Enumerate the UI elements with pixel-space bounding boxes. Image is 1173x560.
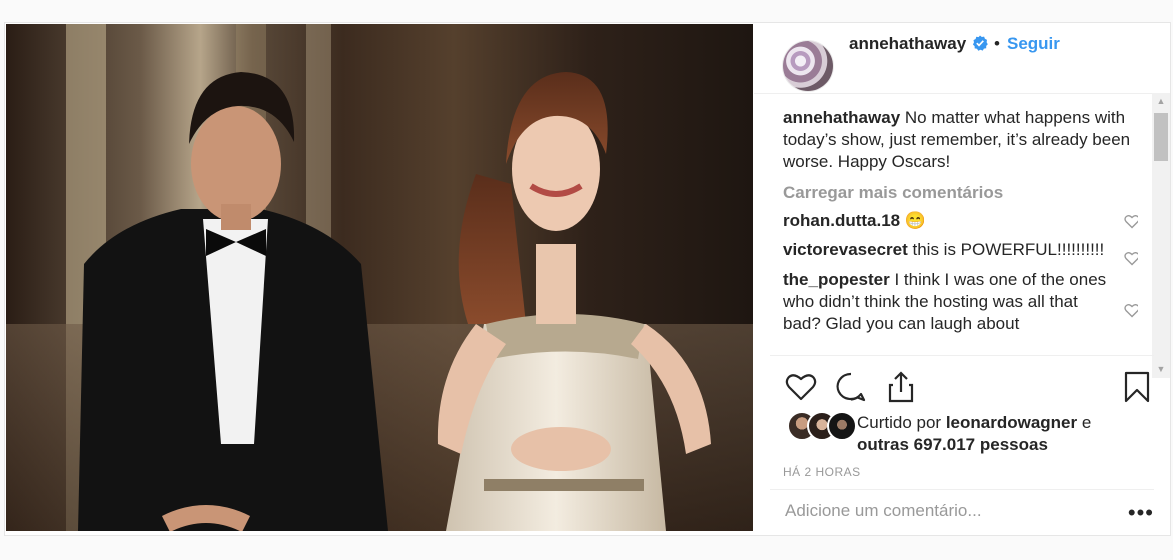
likes-summary: Curtido por leonardowagner e outras 697.…: [783, 407, 1150, 457]
more-options-button[interactable]: •••: [1128, 502, 1154, 524]
comment-username[interactable]: the_popester: [783, 270, 890, 289]
comment-item: victorevasecret this is POWERFUL!!!!!!!!…: [783, 239, 1138, 266]
separator-dot: •: [994, 34, 1000, 53]
scroll-down-arrow-icon[interactable]: ▼: [1152, 361, 1170, 378]
comment-text: this is POWERFUL!!!!!!!!!!: [907, 240, 1105, 259]
post-caption: annehathaway No matter what happens with…: [783, 107, 1138, 173]
liked-by-others[interactable]: outras 697.017 pessoas: [857, 435, 1048, 454]
verified-badge-icon: [972, 35, 988, 51]
comment-username[interactable]: victorevasecret: [783, 240, 908, 259]
comments-scrollbar[interactable]: ▲ ▼: [1152, 93, 1170, 378]
comment-bubble-icon[interactable]: [834, 370, 868, 404]
comments-list[interactable]: annehathaway No matter what happens with…: [783, 107, 1138, 353]
liked-by-prefix: Curtido por: [857, 413, 946, 432]
bookmark-icon[interactable]: [1120, 370, 1154, 404]
liker-avatars: [787, 411, 859, 441]
comment-input[interactable]: [783, 500, 1087, 522]
liked-by-middle: e: [1077, 413, 1092, 432]
post-timestamp[interactable]: HÁ 2 HORAS: [783, 465, 861, 479]
caption-username[interactable]: annehathaway: [783, 108, 900, 127]
comment-like-icon[interactable]: [1124, 303, 1138, 318]
comment-username[interactable]: rohan.dutta.18: [783, 211, 900, 230]
comment-like-icon[interactable]: [1124, 214, 1138, 229]
heart-icon[interactable]: [784, 370, 818, 404]
add-comment-bar: •••: [770, 489, 1154, 537]
post-header: annehathaway • Seguir: [754, 23, 1170, 94]
scroll-up-arrow-icon[interactable]: ▲: [1152, 93, 1170, 110]
photo-illustration: [6, 24, 753, 531]
comment-like-icon[interactable]: [1124, 251, 1138, 266]
header-username[interactable]: annehathaway: [849, 34, 966, 54]
comment-text: 😁: [900, 211, 927, 230]
comment-item: the_popester I think I was one of the on…: [783, 269, 1138, 335]
liked-by-text: Curtido por leonardowagner e outras 697.…: [857, 412, 1157, 456]
post-photo[interactable]: [6, 24, 753, 531]
scrollbar-thumb[interactable]: [1154, 113, 1168, 161]
avatar[interactable]: [783, 41, 833, 91]
follow-button[interactable]: Seguir: [1007, 34, 1060, 54]
share-icon[interactable]: [884, 370, 918, 404]
post-side-panel: annehathaway • Seguir annehathaway No ma…: [754, 23, 1170, 535]
liked-by-username[interactable]: leonardowagner: [946, 413, 1077, 432]
comment-item: rohan.dutta.18 😁: [783, 210, 1138, 232]
load-more-comments-button[interactable]: Carregar mais comentários: [783, 182, 1138, 204]
instagram-post: annehathaway • Seguir annehathaway No ma…: [4, 22, 1171, 536]
avatar[interactable]: [827, 411, 857, 441]
